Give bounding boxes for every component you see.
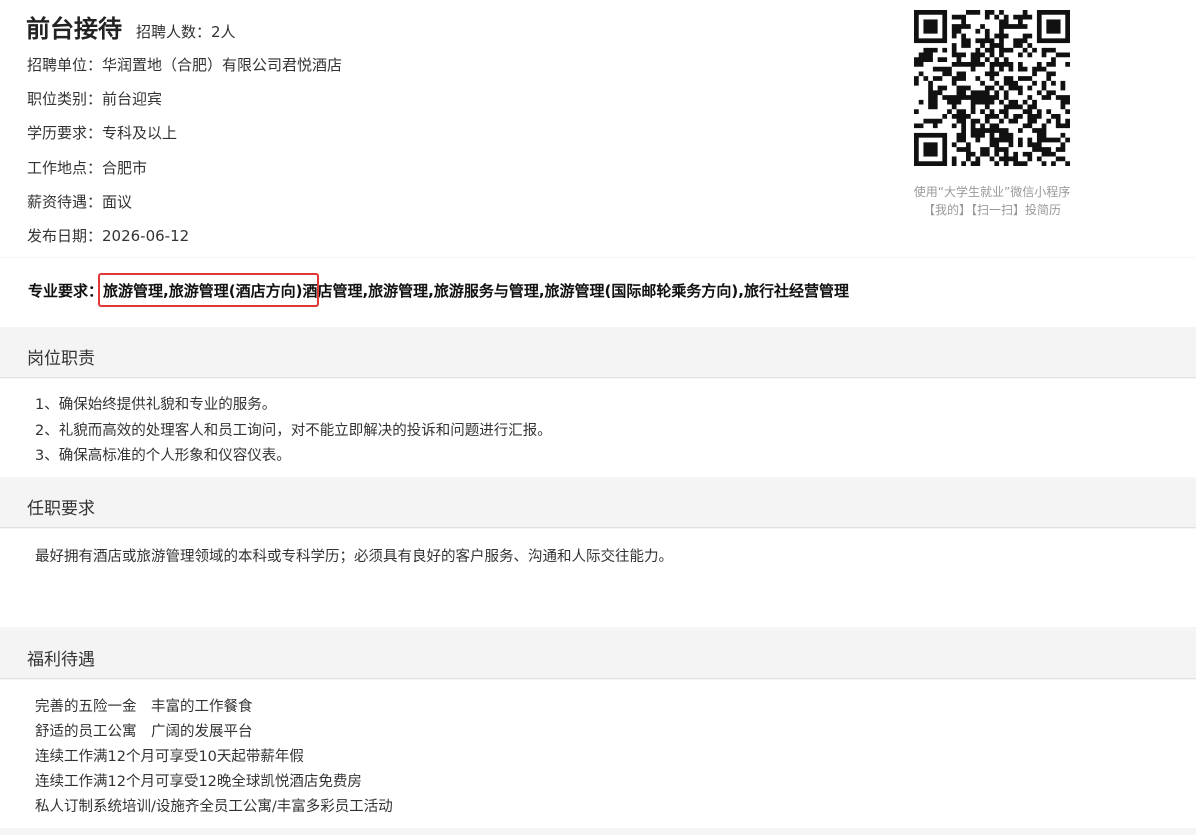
major-rest: 酒店管理,旅游管理,旅游服务与管理,旅游管理(国际邮轮乘务方向),旅行社经营管理 [302, 282, 849, 300]
qr-note-line2: 【我的】【扫一扫】投简历 [922, 203, 1061, 217]
section-benefits-header: 福利待遇 [0, 631, 1196, 679]
info-location: 工作地点：合肥市 [27, 159, 148, 177]
section-requirements-header: 任职要求 [0, 480, 1196, 528]
benefit-line-3: 连续工作满12个月可享受10天起带薪年假 [35, 749, 304, 765]
section-requirements-title: 任职要求 [27, 499, 95, 519]
benefit-line-1: 完善的五险一金 丰富的工作餐食 [35, 699, 253, 715]
section-duties-title: 岗位职责 [27, 349, 95, 369]
duty-line-3: 3、确保高标准的个人形象和仪容仪表。 [35, 448, 291, 464]
qr-code-graphic [914, 10, 1070, 166]
job-summary-panel: 前台接待 招聘人数：2人 招聘单位：华润置地（合肥）有限公司君悦酒店 职位类别：… [0, 0, 1196, 257]
qr-note-line1: 使用“大学生就业”微信小程序 [913, 185, 1071, 199]
duty-line-2: 2、礼貌而高效的处理客人和员工询问，对不能立即解决的投诉和问题进行汇报。 [35, 423, 552, 439]
info-salary: 薪资待遇：面议 [27, 193, 133, 211]
info-education: 学历要求：专科及以上 [27, 124, 178, 142]
requirement-line-1: 最好拥有酒店或旅游管理领域的本科或专科学历；必须具有良好的客户服务、沟通和人际交… [35, 549, 673, 565]
highlight-box [98, 273, 319, 307]
job-title: 前台接待 [26, 15, 122, 43]
section-duties-body: 1、确保始终提供礼貌和专业的服务。 2、礼貌而高效的处理客人和员工询问，对不能立… [0, 379, 1196, 477]
benefit-line-2: 舒适的员工公寓 广阔的发展平台 [35, 724, 253, 740]
major-requirement-row: 专业要求：旅游管理,旅游管理(酒店方向)酒店管理,旅游管理,旅游服务与管理,旅游… [0, 258, 1196, 327]
benefit-line-4: 连续工作满12个月可享受12晚全球凯悦酒店免费房 [35, 774, 362, 790]
qr-code-icon [907, 3, 1077, 173]
qr-note: 使用“大学生就业”微信小程序 【我的】【扫一扫】投简历 [890, 183, 1094, 219]
section-benefits-body: 完善的五险一金 丰富的工作餐食 舒适的员工公寓 广阔的发展平台 连续工作满12个… [0, 680, 1196, 828]
section-benefits-title: 福利待遇 [27, 650, 95, 670]
info-publish-date: 发布日期：2026-06-12 [27, 227, 190, 245]
duty-line-1: 1、确保始终提供礼貌和专业的服务。 [35, 397, 277, 413]
section-requirements-body: 最好拥有酒店或旅游管理领域的本科或专科学历；必须具有良好的客户服务、沟通和人际交… [0, 529, 1196, 627]
info-employer: 招聘单位：华润置地（合肥）有限公司君悦酒店 [27, 56, 343, 74]
benefit-line-5: 私人订制系统培训/设施齐全员工公寓/丰富多彩员工活动 [35, 799, 393, 815]
title-row: 前台接待 招聘人数：2人 [26, 9, 236, 44]
section-duties-header: 岗位职责 [0, 330, 1196, 378]
job-detail-page: 前台接待 招聘人数：2人 招聘单位：华润置地（合肥）有限公司君悦酒店 职位类别：… [0, 0, 1196, 835]
headcount: 招聘人数：2人 [136, 23, 236, 41]
info-category: 职位类别：前台迎宾 [27, 90, 163, 108]
major-label: 专业要求： [28, 282, 104, 300]
